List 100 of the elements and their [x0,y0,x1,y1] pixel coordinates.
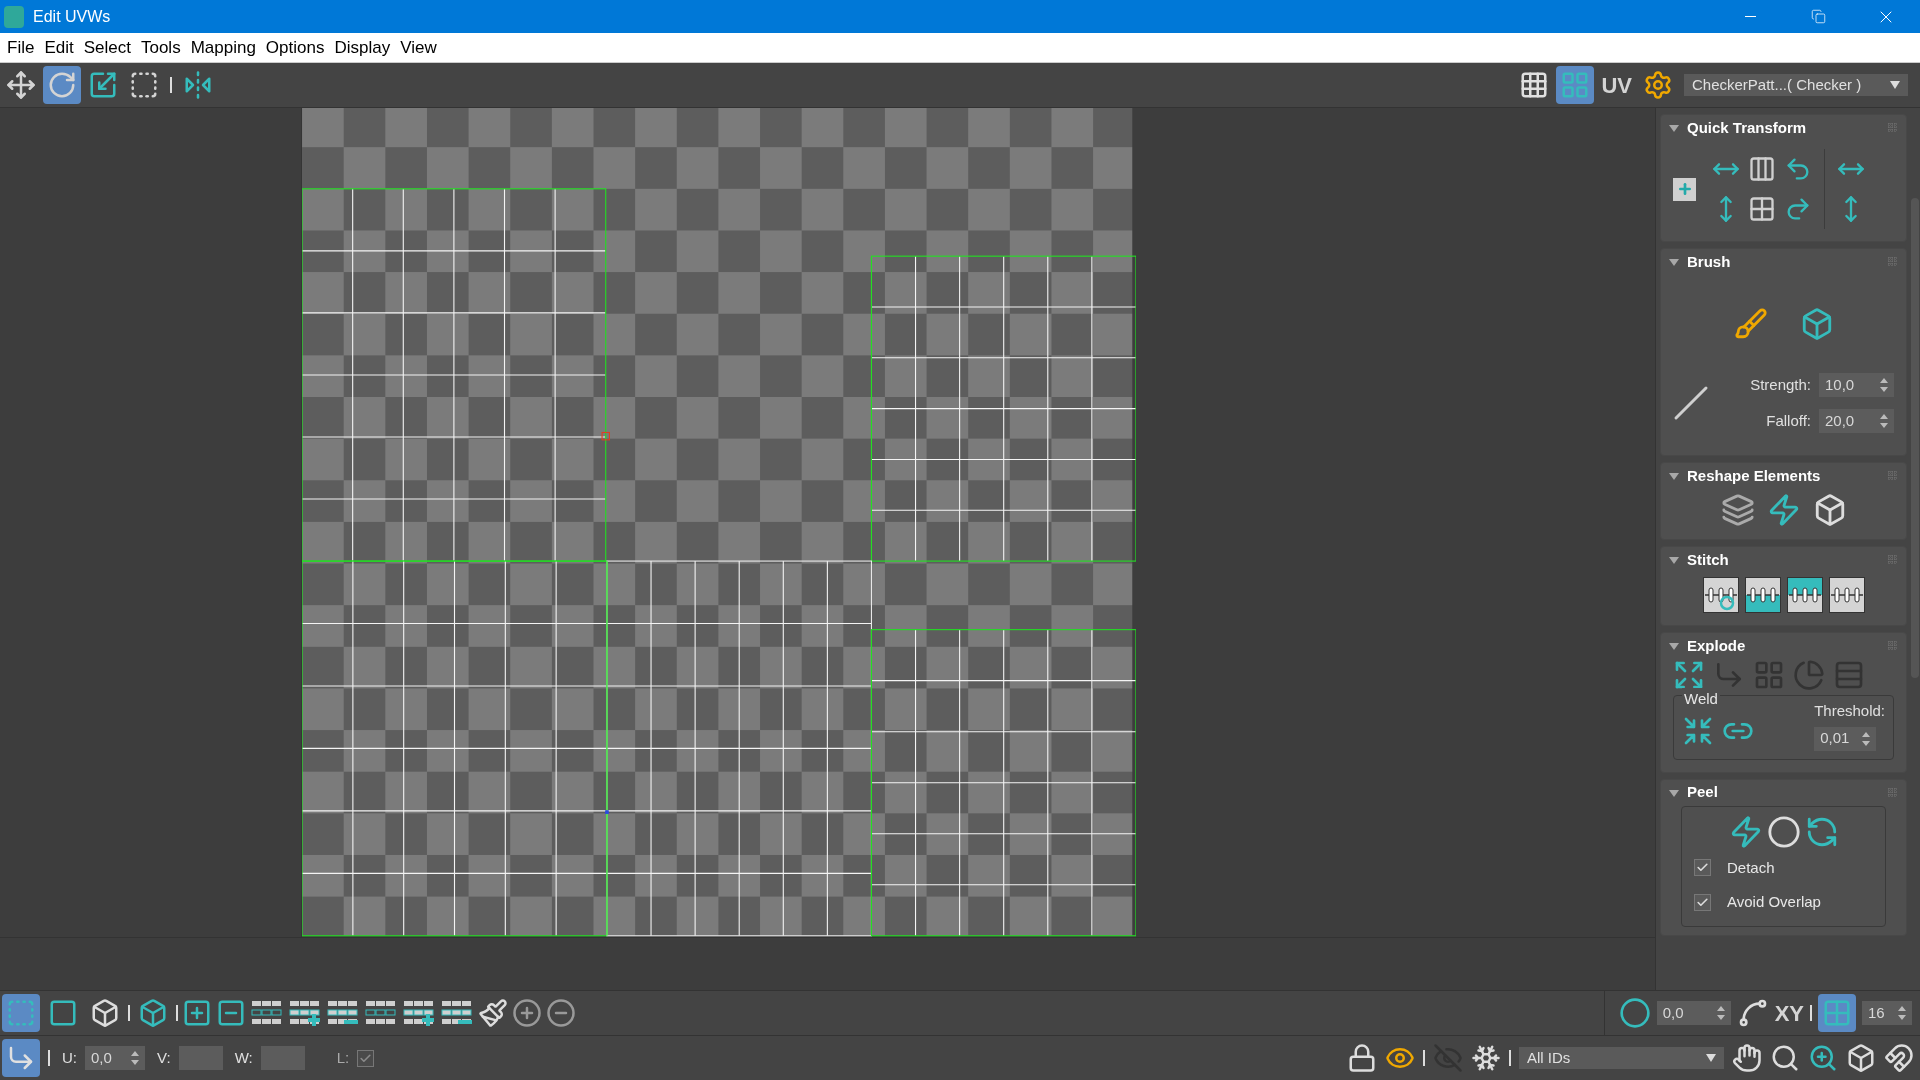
element-cube-icon [138,998,168,1028]
checkbox-label: Avoid Overlap [1727,892,1821,912]
checker-grid-icon [1519,70,1550,100]
menu-item[interactable]: Select [78,34,136,61]
collapse-triangle-icon[interactable] [1669,787,1679,798]
menu-item[interactable]: Tools [135,34,186,61]
rollout-title[interactable]: Brush [1687,250,1731,274]
checkbox-label: Detach [1727,857,1775,878]
magnet-icon [1884,1043,1914,1073]
move-icon [6,70,36,100]
field-label: Threshold: [1814,701,1885,721]
menu-item[interactable]: Display [329,34,396,61]
texture-dropdown[interactable]: CheckerPatt...( Checker ) [1684,74,1908,96]
spinner-icon [1898,1006,1906,1020]
ring-plus-icon [288,998,322,1028]
coordinate-label: V: [157,1047,171,1068]
select-subtract-icon [216,998,246,1028]
grip-icon [1888,555,1898,565]
minimize-icon [1744,16,1756,17]
mirror-icon [183,70,213,100]
coordinate-field[interactable] [178,1046,223,1070]
spinner-icon [131,1051,139,1065]
field-label: Falloff: [1766,410,1811,431]
lock-icon [1347,1043,1377,1073]
grid-icon [1748,195,1776,223]
rollout-title[interactable]: Explode [1687,634,1746,658]
collapse-triangle-icon[interactable] [1669,471,1679,481]
coordinate-field[interactable]: 0,0 [85,1046,145,1070]
coordinate-label: U: [62,1047,77,1068]
plus-tile-icon[interactable] [1673,177,1696,201]
collapse-triangle-icon[interactable] [1669,641,1679,651]
collapse-triangle-icon[interactable] [1669,123,1679,133]
spinner-icon [1862,731,1871,746]
grip-icon [1888,257,1898,267]
field-label: Strength: [1750,374,1811,395]
spinner-icon [1880,414,1888,428]
columns-icon [1748,155,1776,183]
face-cube-icon [90,998,120,1028]
value-field[interactable]: 10,0 [1819,373,1894,397]
rotate-icon [47,70,77,100]
lock-label: L: [336,1047,350,1068]
falloff-line-icon [1673,385,1709,421]
zoom-region-icon [1808,1043,1838,1073]
rollout-title[interactable]: Quick Transform [1687,116,1807,140]
brush-plus-icon [512,998,542,1028]
rollout-title[interactable]: Peel [1687,781,1718,804]
display-button[interactable] [1556,66,1595,104]
soft-selection-circle-icon [1618,997,1651,1029]
grip-icon [1888,123,1898,133]
window-title: Edit UVWs [33,6,111,27]
stitch-icon[interactable] [1828,577,1865,613]
grid-blocks-icon [1753,659,1785,691]
coordinate-field[interactable] [260,1046,305,1070]
collapse-triangle-icon[interactable] [1669,257,1679,267]
layered-blocks-icon [1720,493,1755,527]
edge-square-icon [48,998,78,1028]
stitch-icon[interactable] [1744,577,1781,613]
snap-grid-icon [1822,998,1852,1028]
restore-icon [1810,9,1826,24]
axis-label[interactable]: XY [1774,996,1804,1030]
value-field[interactable]: 20,0 [1819,409,1894,433]
paint-brush-icon [478,998,508,1028]
grip-icon [1888,641,1898,651]
spinner-icon [1716,1006,1725,1020]
dropdown-caret-icon [1890,81,1900,89]
soft-selection-field[interactable]: 0,0 [1656,1001,1731,1025]
coordinate-label: W: [234,1047,253,1068]
grip-icon [1888,471,1898,481]
grip-icon [1888,787,1898,798]
id-filter-dropdown[interactable]: All IDs [1519,1047,1724,1069]
collapse-triangle-icon[interactable] [1669,555,1679,565]
brush-minus-icon [546,998,576,1028]
select-add-icon [182,998,212,1028]
transform-mode-button[interactable] [2,1039,40,1077]
zoom-icon [1770,1043,1800,1073]
app-logo-icon [4,5,24,28]
checkbox[interactable] [1694,893,1711,911]
stitch-icon[interactable] [1786,577,1823,613]
explode-arrows-icon [1673,659,1705,691]
check-icon [1696,895,1709,909]
settings-icon [1643,70,1673,100]
snap-value-field[interactable]: 16 [1862,1001,1912,1025]
menu-item[interactable]: View [395,34,442,61]
snowflake-icon [1471,1043,1501,1073]
loop-plus-icon [402,998,436,1028]
menu-item[interactable]: Mapping [185,34,261,61]
zoom-extents-cube-icon [1846,1043,1876,1073]
menu-item[interactable]: Options [260,34,330,61]
blocks-icon [1833,659,1865,691]
menu-item[interactable]: File [2,34,40,61]
threshold-field[interactable]: 0,01 [1814,726,1877,751]
check-icon [359,1051,373,1065]
spinner-icon [1880,378,1888,392]
rollout-title[interactable]: Reshape Elements [1687,464,1821,488]
rollout-title[interactable]: Stitch [1687,548,1729,572]
uv-toggle-button[interactable]: UV [1597,66,1636,104]
scale-icon [88,70,118,100]
checkbox[interactable] [1694,859,1711,877]
stitch-icon[interactable] [1702,577,1739,613]
menu-item[interactable]: Edit [39,34,79,61]
